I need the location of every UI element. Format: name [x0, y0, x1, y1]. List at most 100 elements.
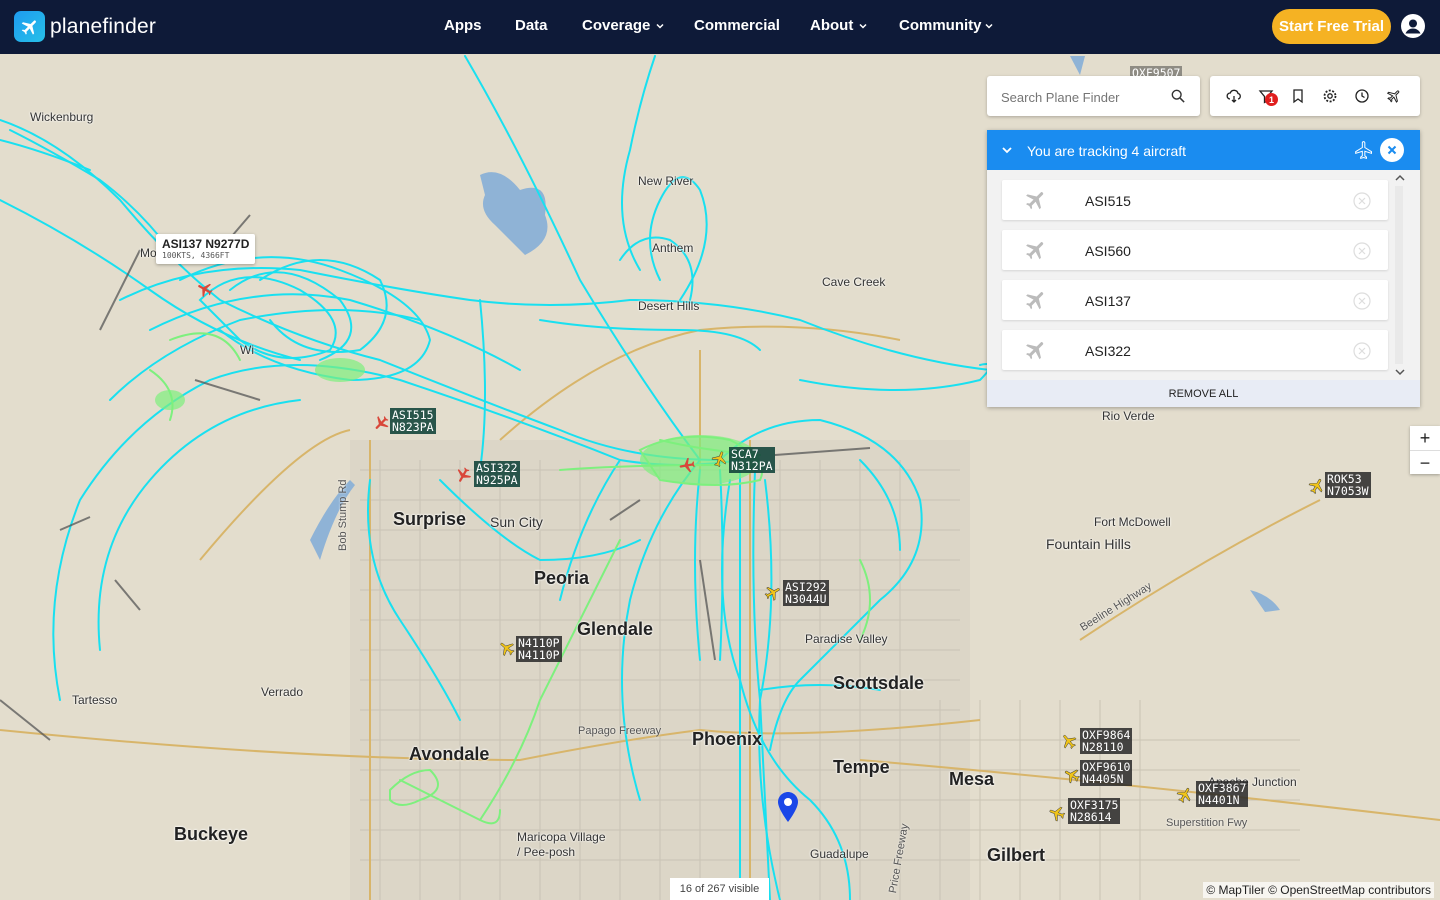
chevron-down-icon [859, 23, 867, 29]
aircraft-n4110p-icon[interactable] [498, 639, 516, 657]
remove-circle-icon[interactable] [1353, 292, 1371, 310]
settings-gear-icon[interactable] [1322, 88, 1338, 104]
aircraft-label-asi515[interactable]: ASI515 N823PA [390, 408, 436, 434]
aircraft-settings-icon[interactable] [1386, 88, 1402, 104]
user-account-icon[interactable] [1401, 14, 1425, 38]
aircraft-asi292-icon[interactable] [764, 584, 782, 602]
bookmark-icon[interactable] [1290, 88, 1306, 104]
aircraft-oxf3175-icon[interactable] [1048, 804, 1066, 822]
search-input[interactable] [999, 86, 1163, 108]
aircraft-label-oxf9610[interactable]: OXF9610 N4405N [1080, 760, 1133, 786]
remove-circle-icon[interactable] [1353, 242, 1371, 260]
zoom-out-button[interactable]: − [1410, 451, 1440, 475]
aircraft-asi560-icon[interactable] [678, 456, 696, 474]
aircraft-asi137-icon[interactable] [196, 280, 214, 298]
place-phoenix: Phoenix [692, 729, 763, 749]
place-new-river: New River [638, 174, 694, 188]
nav-data[interactable]: Data [515, 17, 548, 34]
aircraft-oxf9610-icon[interactable] [1063, 766, 1081, 784]
aircraft-label-asi322[interactable]: ASI322 N925PA [474, 461, 520, 487]
place-tartesso: Tartesso [72, 693, 118, 707]
tooltip-speed-altitude: 100KTS, 4366FT [162, 251, 230, 260]
nav-apps[interactable]: Apps [444, 17, 482, 34]
history-icon[interactable] [1354, 88, 1370, 104]
nav-coverage[interactable]: Coverage [582, 17, 665, 34]
aircraft-label-n4110p[interactable]: N4110P N4110P [516, 636, 562, 662]
map-toolbar [1210, 76, 1420, 116]
place-scottsdale: Scottsdale [833, 673, 925, 693]
chevron-down-icon[interactable] [1394, 366, 1406, 378]
aircraft-asi322-icon[interactable] [454, 466, 472, 484]
start-free-trial-button[interactable]: Start Free Trial [1272, 9, 1391, 44]
tracked-aircraft-row[interactable]: ASI322 [1002, 330, 1388, 370]
place-surprise: Surprise [393, 509, 467, 529]
remove-all-button[interactable]: REMOVE ALL [987, 380, 1420, 407]
nav-community-label: Community [899, 17, 982, 34]
place-paradise-valley: Paradise Valley [805, 632, 888, 646]
registration: N823PA [392, 420, 434, 434]
nav-community[interactable]: Community [899, 17, 994, 34]
road-superstition-fwy: Superstition Fwy [1166, 817, 1248, 829]
zoom-in-button[interactable]: + [1410, 426, 1440, 451]
aircraft-label-asi292[interactable]: ASI292 N3044U [783, 580, 829, 606]
tracked-callsign: ASI137 [1085, 293, 1131, 309]
place-guadalupe: Guadalupe [810, 847, 869, 861]
remove-circle-icon[interactable] [1353, 342, 1371, 360]
nav-commercial[interactable]: Commercial [694, 17, 780, 34]
aircraft-label-rok53[interactable]: ROK53 N7053W [1325, 472, 1371, 498]
place-gilbert: Gilbert [987, 845, 1046, 865]
tracked-aircraft-row[interactable]: ASI515 [1002, 180, 1388, 220]
aircraft-outline-icon[interactable] [1354, 140, 1374, 160]
tracking-scrollbar[interactable] [1395, 186, 1403, 364]
registration: N925PA [476, 473, 518, 487]
nav-about[interactable]: About [810, 17, 868, 34]
registration: N28110 [1082, 740, 1124, 754]
aircraft-oxf9864-icon[interactable] [1060, 732, 1078, 750]
nav-coverage-label: Coverage [582, 17, 651, 34]
place-anthem: Anthem [652, 241, 694, 255]
place-cave-creek: Cave Creek [822, 275, 886, 289]
aircraft-icon [1026, 292, 1044, 310]
tracked-callsign: ASI322 [1085, 343, 1131, 359]
search-icon[interactable] [1171, 89, 1185, 103]
aircraft-icon [1026, 342, 1044, 360]
aircraft-sca7-icon[interactable] [711, 450, 729, 468]
tracking-title: You are tracking 4 aircraft [1027, 143, 1187, 159]
aircraft-label-oxf3175[interactable]: OXF3175 N28614 [1068, 798, 1121, 824]
place-tempe: Tempe [833, 757, 890, 777]
aircraft-label-oxf9864[interactable]: OXF9864 N28110 [1080, 728, 1133, 754]
chevron-up-icon[interactable] [1394, 172, 1406, 184]
aircraft-rok53-icon[interactable] [1308, 477, 1326, 495]
road-bob-stump: Bob Stump Rd [337, 479, 349, 551]
map-attribution[interactable]: © MapTiler © OpenStreetMap contributors [1203, 882, 1434, 898]
tracked-callsign: ASI560 [1085, 243, 1131, 259]
nav-data-label: Data [515, 17, 548, 34]
aircraft-asi515-icon[interactable] [372, 414, 390, 432]
place-morristown: Mo [140, 246, 157, 260]
location-pin-icon[interactable] [778, 792, 798, 822]
aircraft-oxf3867-icon[interactable] [1176, 786, 1194, 804]
registration: N4405N [1082, 772, 1124, 786]
registration: N4401N [1198, 793, 1240, 807]
place-sun-city: Sun City [490, 514, 543, 530]
search-box [987, 76, 1200, 116]
place-buckeye: Buckeye [174, 824, 249, 844]
selected-aircraft-tooltip[interactable]: ASI137 N9277D 100KTS, 4366FT [156, 234, 256, 264]
aircraft-label-sca7[interactable]: SCA7 N312PA [729, 447, 775, 473]
close-tracking-button[interactable] [1380, 138, 1404, 162]
chevron-down-icon[interactable] [1001, 144, 1013, 156]
aircraft-label-oxf3867[interactable]: OXF3867 N4401N [1196, 781, 1249, 807]
place-fort-mcdowell: Fort McDowell [1094, 515, 1171, 529]
registration: N3044U [785, 592, 827, 606]
remove-circle-icon[interactable] [1353, 192, 1371, 210]
tracked-aircraft-row[interactable]: ASI137 [1002, 280, 1388, 320]
tracked-aircraft-row[interactable]: ASI560 [1002, 230, 1388, 270]
registration: N4110P [518, 648, 560, 662]
tracking-panel-header: You are tracking 4 aircraft [987, 130, 1420, 170]
visible-aircraft-count: 16 of 267 visible [670, 878, 769, 900]
registration: N28614 [1070, 810, 1112, 824]
chevron-down-icon [656, 23, 664, 29]
cloud-icon[interactable] [1226, 88, 1242, 104]
place-desert-hills: Desert Hills [638, 299, 700, 313]
registration: N312PA [731, 459, 773, 473]
